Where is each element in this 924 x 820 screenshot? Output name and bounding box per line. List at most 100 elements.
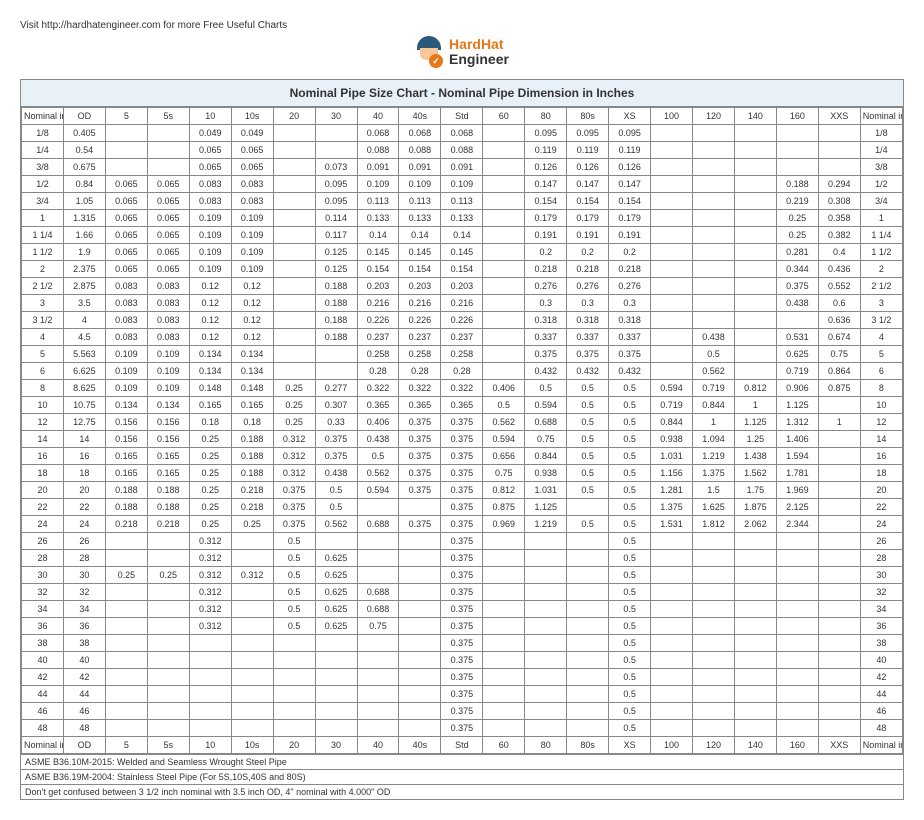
cell: [818, 125, 860, 142]
cell: [567, 669, 609, 686]
cell: 48: [22, 720, 64, 737]
table-row: 44440.3750.544: [22, 686, 903, 703]
col-header: 40: [357, 108, 399, 125]
cell: [693, 601, 735, 618]
cell: 0.113: [357, 193, 399, 210]
cell: [734, 652, 776, 669]
cell: 0.312: [231, 567, 273, 584]
cell: 0.165: [147, 448, 189, 465]
cell: [483, 261, 525, 278]
cell: [776, 601, 818, 618]
cell: 0.406: [357, 414, 399, 431]
cell: 0.375: [441, 567, 483, 584]
cell: 0.318: [609, 312, 651, 329]
cell: 1: [860, 210, 902, 227]
cell: [818, 703, 860, 720]
cell: 0.4: [818, 244, 860, 261]
cell: 2 1/2: [860, 278, 902, 295]
cell: [693, 193, 735, 210]
cell: 0.5: [609, 703, 651, 720]
cell: 1.219: [525, 516, 567, 533]
hardhat-icon: [415, 36, 443, 68]
cell: 0.84: [63, 176, 105, 193]
cell: 46: [22, 703, 64, 720]
col-header: 10s: [231, 108, 273, 125]
cell: [693, 567, 735, 584]
cell: 0.375: [399, 414, 441, 431]
cell: 0.375: [315, 448, 357, 465]
cell: 0.312: [189, 618, 231, 635]
cell: 46: [860, 703, 902, 720]
cell: [734, 261, 776, 278]
cell: [525, 703, 567, 720]
cell: [273, 703, 315, 720]
cell: 0.218: [567, 261, 609, 278]
table-row: 3 1/240.0830.0830.120.120.1880.2260.2260…: [22, 312, 903, 329]
cell: 0.134: [189, 363, 231, 380]
cell: 0.237: [399, 329, 441, 346]
cell: [357, 652, 399, 669]
cell: [651, 669, 693, 686]
cell: 24: [63, 516, 105, 533]
cell: 0.258: [399, 346, 441, 363]
cell: 0.938: [651, 431, 693, 448]
cell: 0.375: [441, 601, 483, 618]
cell: 0.844: [651, 414, 693, 431]
cell: [693, 686, 735, 703]
cell: 0.365: [441, 397, 483, 414]
cell: [357, 703, 399, 720]
cell: [189, 652, 231, 669]
cell: 0.109: [399, 176, 441, 193]
cell: [315, 142, 357, 159]
cell: 0.049: [231, 125, 273, 142]
table-row: 1 1/41.660.0650.0650.1090.1090.1170.140.…: [22, 227, 903, 244]
cell: [693, 533, 735, 550]
cell: [818, 669, 860, 686]
cell: 24: [22, 516, 64, 533]
cell: 8: [860, 380, 902, 397]
cell: 0.318: [567, 312, 609, 329]
cell: 0.318: [525, 312, 567, 329]
cell: 0.109: [147, 363, 189, 380]
col-header: Nominal in Inch: [860, 108, 902, 125]
cell: 0.133: [441, 210, 483, 227]
cell: [651, 618, 693, 635]
cell: 0.18: [231, 414, 273, 431]
cell: 0.375: [441, 652, 483, 669]
cell: 0.5: [609, 397, 651, 414]
cell: 0.218: [147, 516, 189, 533]
visit-text: Visit http://hardhatengineer.com for mor…: [20, 20, 904, 31]
cell: [525, 567, 567, 584]
table-row: 1 1/21.90.0650.0650.1090.1090.1250.1450.…: [22, 244, 903, 261]
col-header: 100: [651, 108, 693, 125]
cell: 0.5: [567, 465, 609, 482]
cell: 0.307: [315, 397, 357, 414]
cell: 0.147: [609, 176, 651, 193]
cell: 0.906: [776, 380, 818, 397]
cell: 0.216: [441, 295, 483, 312]
cell: 2.875: [63, 278, 105, 295]
table-row: 1010.750.1340.1340.1650.1650.250.3070.36…: [22, 397, 903, 414]
cell: 0.375: [441, 499, 483, 516]
cell: 0.28: [357, 363, 399, 380]
cell: 0.5: [609, 465, 651, 482]
cell: 0.5: [567, 482, 609, 499]
cell: 0.109: [441, 176, 483, 193]
cell: 0.179: [567, 210, 609, 227]
cell: 0.113: [441, 193, 483, 210]
cell: [734, 584, 776, 601]
table-row: 3/41.050.0650.0650.0830.0830.0950.1130.1…: [22, 193, 903, 210]
cell: [693, 261, 735, 278]
cell: 0.5: [315, 482, 357, 499]
cell: [315, 533, 357, 550]
cell: [399, 686, 441, 703]
cell: [734, 363, 776, 380]
cell: 0.083: [189, 193, 231, 210]
cell: 10: [22, 397, 64, 414]
cell: [399, 635, 441, 652]
col-header: 5s: [147, 737, 189, 754]
cell: [567, 584, 609, 601]
cell: 0.083: [231, 176, 273, 193]
cell: 48: [63, 720, 105, 737]
cell: 0.117: [315, 227, 357, 244]
